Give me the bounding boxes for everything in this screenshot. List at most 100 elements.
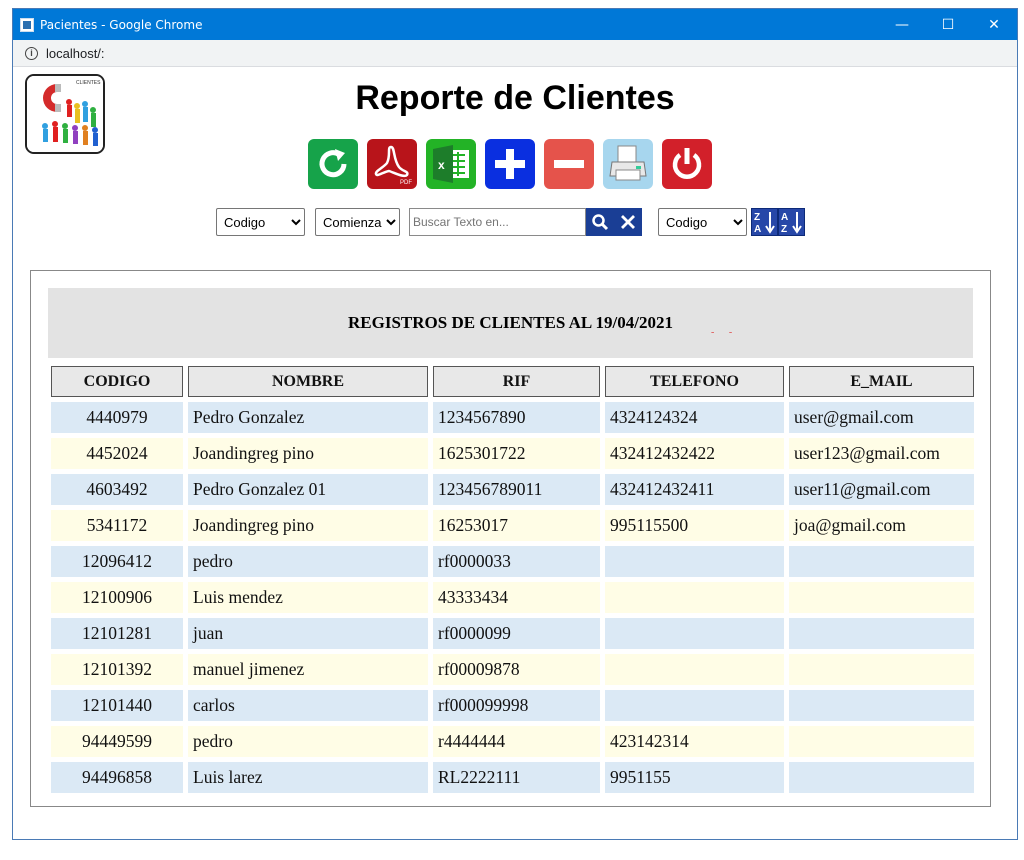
table-row[interactable]: 4452024 Joandingreg pino 1625301722 4324124… <box>51 438 974 469</box>
cell-codigo: 94449599 <box>51 726 183 757</box>
browser-window: Pacientes - Google Chrome — ☐ ✕ i localh… <box>12 8 1018 840</box>
svg-text:Z: Z <box>781 224 787 235</box>
excel-button[interactable]: x <box>426 139 476 189</box>
clear-search-button[interactable] <box>614 208 642 236</box>
info-icon[interactable]: i <box>25 46 38 60</box>
refresh-icon <box>319 149 347 178</box>
cell-telefono: 995115500 <box>605 510 784 541</box>
cell-rif: rf0000099 <box>433 618 600 649</box>
cell-telefono <box>605 618 784 649</box>
cell-codigo: 5341172 <box>51 510 183 541</box>
column-header-codigo[interactable]: CODIGO <box>51 366 183 397</box>
cell-nombre: pedro <box>188 546 428 577</box>
cell-codigo: 4603492 <box>51 474 183 505</box>
page-title: Reporte de Clientes <box>355 79 675 117</box>
excel-icon: x <box>433 145 469 183</box>
svg-text:A: A <box>754 224 761 235</box>
cell-email <box>789 582 974 613</box>
clear-icon <box>621 215 635 229</box>
plus-icon <box>495 149 525 179</box>
cell-rif: rf0000033 <box>433 546 600 577</box>
cell-codigo: 12100906 <box>51 582 183 613</box>
cell-email: user11@gmail.com <box>789 474 974 505</box>
search-input[interactable] <box>409 208 586 236</box>
cell-nombre: Luis mendez <box>188 582 428 613</box>
order-field-select[interactable]: Codigo <box>658 208 747 236</box>
search-field-select[interactable]: Codigo <box>216 208 305 236</box>
report-marks: - - <box>711 327 739 338</box>
table-row[interactable]: 94496858 Luis larez RL2222111 9951155 <box>51 762 974 793</box>
cell-telefono: 432412432422 <box>605 438 784 469</box>
sort-descending-button[interactable]: A Z <box>778 208 805 236</box>
cell-rif: 1234567890 <box>433 402 600 433</box>
table-row[interactable]: 4440979 Pedro Gonzalez 1234567890 432412432… <box>51 402 974 433</box>
close-button[interactable]: ✕ <box>971 9 1017 40</box>
sort-az-icon: Z A <box>754 212 775 235</box>
column-header-telefono[interactable]: TELEFONO <box>605 366 784 397</box>
pdf-icon: PDF <box>374 145 412 186</box>
cell-telefono: 9951155 <box>605 762 784 793</box>
pdf-label: PDF <box>400 180 412 186</box>
refresh-button[interactable] <box>308 139 358 189</box>
cell-rif: rf00009878 <box>433 654 600 685</box>
table-row[interactable]: 12096412 pedro rf0000033 <box>51 546 974 577</box>
cell-codigo: 12096412 <box>51 546 183 577</box>
minus-icon <box>554 160 584 168</box>
cell-codigo: 12101440 <box>51 690 183 721</box>
power-icon <box>672 148 702 179</box>
add-button[interactable] <box>485 139 535 189</box>
cell-email <box>789 762 974 793</box>
table-row[interactable]: 12101392 manuel jimenez rf00009878 <box>51 654 974 685</box>
print-button[interactable] <box>603 139 653 189</box>
app-icon <box>20 17 34 32</box>
search-button[interactable] <box>586 208 614 236</box>
sort-ascending-button[interactable]: Z A <box>751 208 778 236</box>
column-header-nombre[interactable]: NOMBRE <box>188 366 428 397</box>
exit-button[interactable] <box>662 139 712 189</box>
table-row[interactable]: 94449599 pedro r4444444 423142314 <box>51 726 974 757</box>
cell-rif: 123456789011 <box>433 474 600 505</box>
minimize-button[interactable]: — <box>879 9 925 40</box>
cell-email <box>789 726 974 757</box>
cell-email: user@gmail.com <box>789 402 974 433</box>
cell-email <box>789 690 974 721</box>
title-bar: Pacientes - Google Chrome — ☐ ✕ <box>13 9 1017 40</box>
svg-text:x: x <box>438 158 445 172</box>
search-icon <box>592 214 609 231</box>
cell-rif: 1625301722 <box>433 438 600 469</box>
report-heading-bar: REGISTROS DE CLIENTES AL 19/04/2021 - - <box>48 288 973 358</box>
clients-table: CODIGO NOMBRE RIF TELEFONO E_MAIL 444097… <box>46 361 979 798</box>
table-row[interactable]: 12101281 juan rf0000099 <box>51 618 974 649</box>
search-filters: Codigo Comienza Codigo Z A <box>216 207 805 237</box>
cell-codigo: 12101281 <box>51 618 183 649</box>
maximize-button[interactable]: ☐ <box>925 9 971 40</box>
page-content: CLIENTES Reporte de Clientes PDF x Codig… <box>13 67 1017 839</box>
cell-telefono: 432412432411 <box>605 474 784 505</box>
table-row[interactable]: 12100906 Luis mendez 43333434 <box>51 582 974 613</box>
cell-codigo: 4452024 <box>51 438 183 469</box>
cell-codigo: 94496858 <box>51 762 183 793</box>
sort-za-icon: A Z <box>781 212 802 235</box>
cell-rif: rf000099998 <box>433 690 600 721</box>
cell-rif: 43333434 <box>433 582 600 613</box>
delete-button[interactable] <box>544 139 594 189</box>
search-mode-select[interactable]: Comienza <box>315 208 400 236</box>
address-bar[interactable]: i localhost/: <box>13 40 1017 67</box>
cell-nombre: manuel jimenez <box>188 654 428 685</box>
table-row[interactable]: 12101440 carlos rf000099998 <box>51 690 974 721</box>
action-toolbar: PDF x <box>308 139 712 189</box>
url-text[interactable]: localhost/: <box>46 46 105 61</box>
cell-nombre: juan <box>188 618 428 649</box>
pdf-button[interactable]: PDF <box>367 139 417 189</box>
cell-nombre: pedro <box>188 726 428 757</box>
column-header-rif[interactable]: RIF <box>433 366 600 397</box>
cell-nombre: Joandingreg pino <box>188 438 428 469</box>
column-header-email[interactable]: E_MAIL <box>789 366 974 397</box>
table-row[interactable]: 5341172 Joandingreg pino 16253017 995115500… <box>51 510 974 541</box>
report-panel: REGISTROS DE CLIENTES AL 19/04/2021 - - … <box>30 270 991 807</box>
svg-text:Z: Z <box>754 212 760 223</box>
table-row[interactable]: 4603492 Pedro Gonzalez 01 123456789011 4324… <box>51 474 974 505</box>
cell-nombre: carlos <box>188 690 428 721</box>
cell-telefono: 423142314 <box>605 726 784 757</box>
printer-icon <box>609 145 647 181</box>
